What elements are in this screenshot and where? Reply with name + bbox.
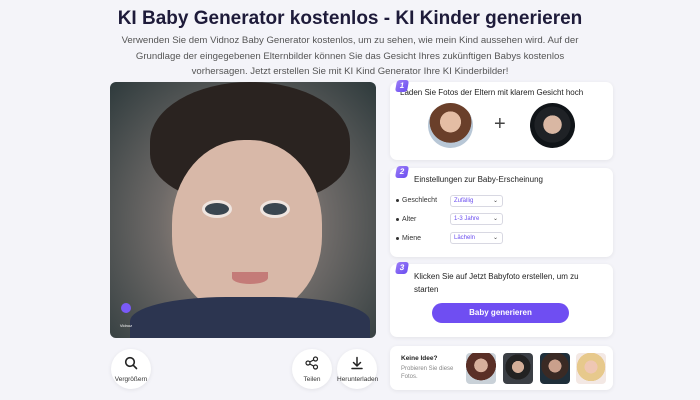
expression-select[interactable]: Lächeln ⌄: [450, 232, 503, 244]
download-icon: [351, 356, 363, 370]
ideas-title: Keine Idee?: [401, 355, 438, 362]
generate-baby-button[interactable]: Baby generieren: [432, 303, 569, 323]
zoom-label: Vergrößern: [114, 376, 148, 383]
baby-preview-image: Vidnoz: [110, 82, 376, 338]
vidnoz-watermark: Vidnoz: [118, 303, 134, 332]
father-photo-upload[interactable]: [530, 103, 575, 148]
sample-photo-4[interactable]: [576, 353, 606, 384]
expression-label: Miene: [402, 235, 422, 242]
download-label: Herunterladen: [337, 376, 379, 383]
step-2-badge: 2: [394, 166, 410, 178]
share-label: Teilen: [303, 376, 321, 383]
sample-photo-1[interactable]: [466, 353, 496, 384]
gender-value: Zufällig: [454, 198, 474, 204]
step-3-badge: 3: [394, 262, 410, 274]
sample-photo-3[interactable]: [540, 353, 570, 384]
share-button[interactable]: Teilen: [292, 349, 332, 389]
gender-select[interactable]: Zufällig ⌄: [450, 195, 503, 207]
plus-icon: +: [494, 113, 506, 135]
age-select[interactable]: 1-3 Jahre ⌄: [450, 213, 503, 225]
page-title: KI Baby Generator kostenlos - KI Kinder …: [117, 8, 583, 29]
gender-label: Geschlecht: [402, 197, 438, 204]
expression-setting-row: Miene: [396, 235, 421, 242]
page-description: Verwenden Sie dem Vidnoz Baby Generator …: [121, 35, 579, 77]
generate-title: Klicken Sie auf Jetzt Babyfoto erstellen…: [414, 272, 579, 294]
step-1-badge: 1: [394, 80, 410, 92]
mother-photo-upload[interactable]: [428, 103, 473, 148]
age-value: 1-3 Jahre: [454, 216, 480, 222]
download-button[interactable]: Herunterladen: [337, 349, 379, 389]
chevron-down-icon: ⌄: [492, 216, 498, 222]
gender-setting-row: Geschlecht: [396, 197, 437, 204]
age-label: Alter: [402, 216, 417, 223]
expression-value: Lächeln: [454, 235, 476, 241]
zoom-button[interactable]: Vergrößern: [111, 349, 151, 389]
chevron-down-icon: ⌄: [492, 235, 498, 241]
age-setting-row: Alter: [396, 216, 416, 223]
upload-parents-title: Laden Sie Fotos der Eltern mit klarem Ge…: [400, 88, 584, 97]
sample-photo-2[interactable]: [503, 353, 533, 384]
ideas-subtitle: Probieren Sie diese Fotos.: [401, 366, 454, 380]
share-icon: [305, 356, 319, 370]
chevron-down-icon: ⌄: [492, 198, 498, 204]
baby-settings-title: Einstellungen zur Baby-Erscheinung: [414, 175, 543, 184]
magnifier-icon: [124, 356, 138, 370]
